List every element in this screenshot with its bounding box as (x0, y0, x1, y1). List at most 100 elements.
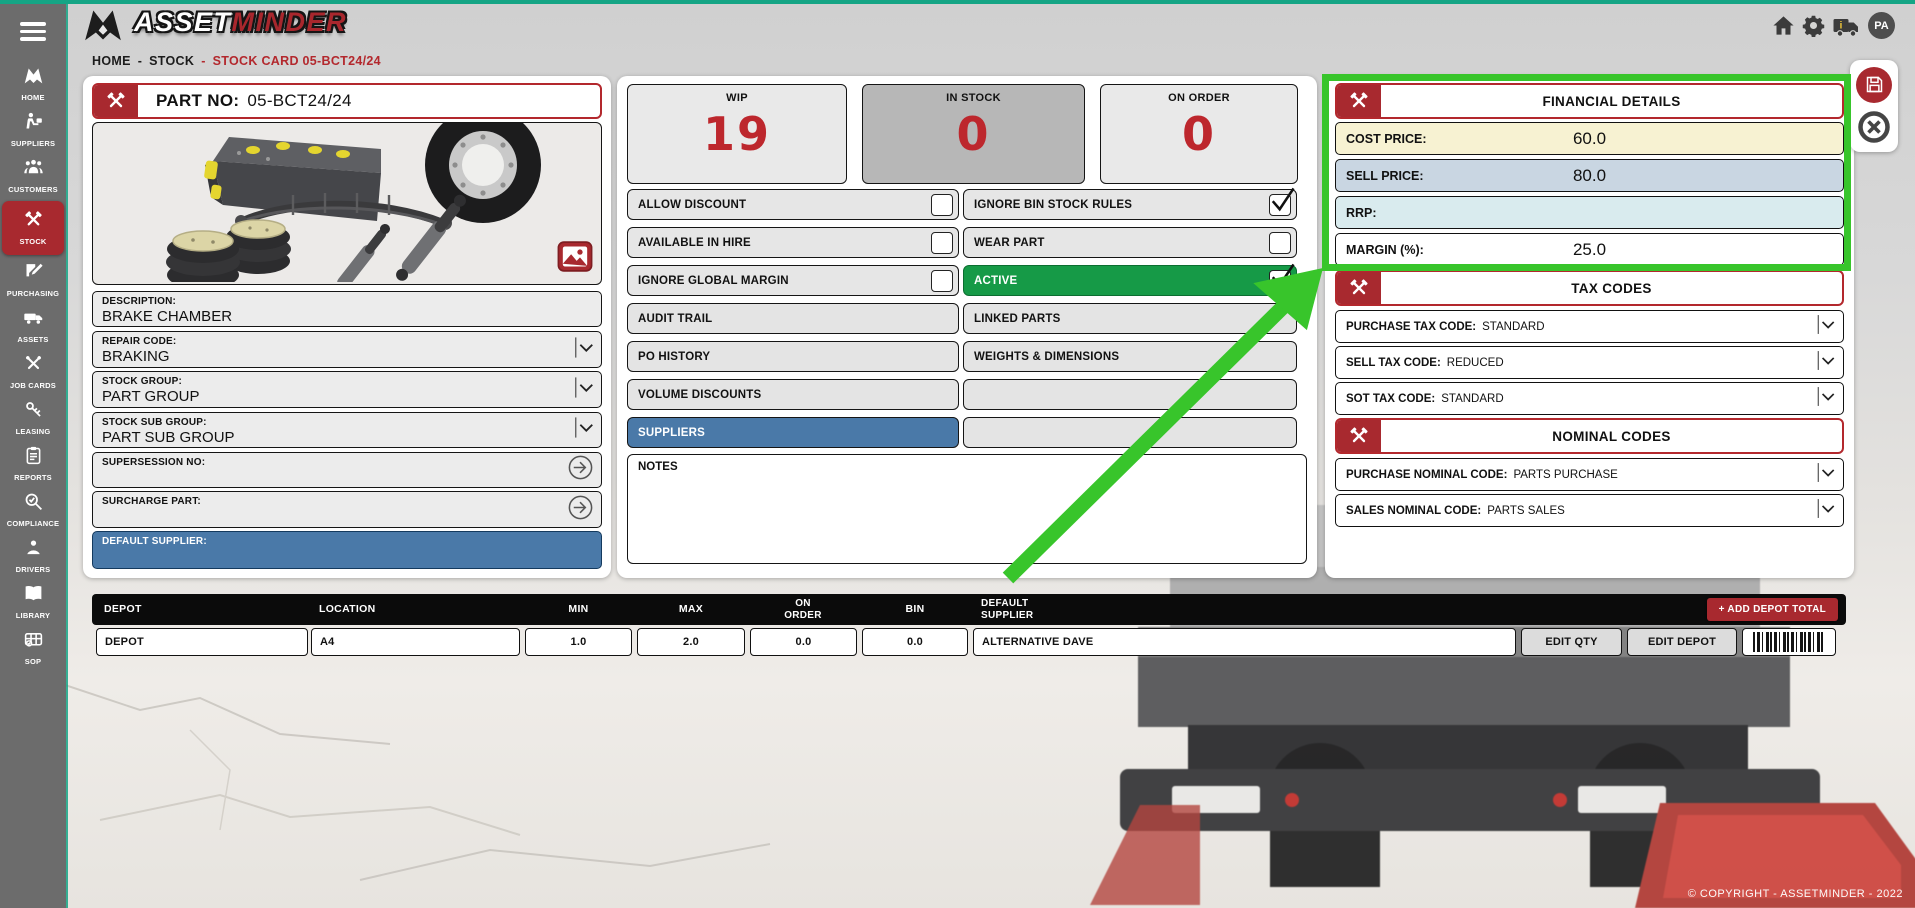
sot-tax-code-select[interactable]: SOT TAX CODE: STANDARD (1335, 382, 1844, 415)
checkbox-unchecked[interactable] (1269, 231, 1291, 254)
chevron-down-icon[interactable] (573, 374, 595, 405)
cost-price-row[interactable]: COST PRICE: 60.0 (1335, 122, 1844, 155)
financial-details-header: FINANCIAL DETAILS (1335, 83, 1844, 119)
user-avatar[interactable]: PA (1868, 12, 1895, 39)
location-cell[interactable]: A4 (311, 628, 520, 656)
save-button[interactable] (1856, 66, 1892, 103)
crossed-tools-icon (23, 353, 44, 379)
toggle-available-in-hire[interactable]: AVAILABLE IN HIRE (627, 227, 959, 258)
part-no-label: PART NO: (156, 91, 240, 110)
stock-group-field[interactable]: STOCK GROUP: PART GROUP (92, 371, 602, 408)
on-order-cell[interactable]: 0.0 (750, 628, 857, 656)
toggle-ignore-global-margin[interactable]: IGNORE GLOBAL MARGIN (627, 265, 959, 296)
checkbox-unchecked[interactable] (931, 269, 953, 292)
field-label: DESCRIPTION: (102, 296, 177, 307)
chevron-down-icon[interactable] (1815, 384, 1837, 413)
repair-code-field[interactable]: REPAIR CODE: BRAKING (92, 331, 602, 368)
notes-area[interactable]: NOTES (627, 454, 1307, 564)
sidebar-item-sop[interactable]: SOP (2, 625, 64, 671)
audit-trail-button[interactable]: AUDIT TRAIL (627, 303, 959, 334)
logo-minder: MINDER (231, 7, 348, 37)
breadcrumb-stock[interactable]: STOCK (149, 54, 194, 68)
barcode-button[interactable] (1742, 628, 1836, 656)
on-order-counter: ON ORDER 0 (1100, 84, 1298, 184)
rrp-row[interactable]: RRP: (1335, 196, 1844, 229)
sidebar-item-compliance[interactable]: COMPLIANCE (2, 487, 64, 533)
driver-icon (23, 537, 44, 563)
chevron-down-icon[interactable] (573, 415, 595, 446)
checkbox-checked[interactable] (1269, 263, 1295, 292)
purchase-nominal-code-select[interactable]: PURCHASE NOMINAL CODE: PARTS PURCHASE (1335, 458, 1844, 491)
keys-icon (23, 399, 44, 425)
default-supplier-field[interactable]: DEFAULT SUPPLIER: (92, 531, 602, 569)
sidebar-item-customers[interactable]: CUSTOMERS (2, 153, 64, 199)
description-field[interactable]: DESCRIPTION: BRAKE CHAMBER (92, 291, 602, 327)
stock-sub-group-field[interactable]: STOCK SUB GROUP: PART SUB GROUP (92, 412, 602, 448)
sell-tax-code-select[interactable]: SELL TAX CODE: REDUCED (1335, 346, 1844, 379)
edit-qty-button[interactable]: EDIT QTY (1521, 628, 1622, 656)
supersession-no-field[interactable]: SUPERSESSION NO: (92, 452, 602, 488)
sidebar-item-suppliers[interactable]: SUPPLIERS (2, 107, 64, 153)
row-value: PARTS PURCHASE (1513, 468, 1618, 481)
po-history-button[interactable]: PO HISTORY (627, 341, 959, 372)
checkbox-unchecked[interactable] (931, 193, 953, 216)
chevron-down-icon[interactable] (1815, 348, 1837, 377)
linked-parts-button[interactable]: LINKED PARTS (963, 303, 1297, 334)
sidebar-item-label: HOME (21, 92, 45, 102)
sidebar-item-library[interactable]: LIBRARY (2, 579, 64, 625)
max-cell[interactable]: 2.0 (637, 628, 745, 656)
toggle-ignore-bin-stock-rules[interactable]: IGNORE BIN STOCK RULES (963, 187, 1297, 220)
sidebar-item-assets[interactable]: ASSETS (2, 303, 64, 349)
sidebar-item-stock[interactable]: STOCK (2, 200, 64, 255)
row-label: MARGIN (%): (1346, 242, 1424, 257)
sidebar-item-reports[interactable]: REPORTS (2, 441, 64, 487)
sidebar-item-label: JOB CARDS (10, 380, 56, 390)
margin-row[interactable]: MARGIN (%): 25.0 (1335, 233, 1844, 266)
default-supplier-cell[interactable]: ALTERNATIVE DAVE (973, 628, 1516, 656)
row-label: SOT TAX CODE: (1346, 392, 1436, 405)
section-title: NOMINAL CODES (1552, 428, 1671, 444)
breadcrumb: HOME - STOCK - STOCK CARD 05-BCT24/24 (92, 54, 381, 68)
chevron-down-icon[interactable] (1815, 312, 1837, 341)
purchase-tax-code-select[interactable]: PURCHASE TAX CODE: STANDARD (1335, 310, 1844, 343)
arrow-right-circle-icon[interactable] (567, 454, 594, 486)
toggle-wear-part[interactable]: WEAR PART (963, 227, 1297, 258)
menu-hamburger-icon[interactable] (20, 18, 46, 45)
sales-nominal-code-select[interactable]: SALES NOMINAL CODE: PARTS SALES (1335, 494, 1844, 527)
sidebar-item-purchasing[interactable]: PURCHASING (2, 257, 64, 303)
checkbox-unchecked[interactable] (931, 231, 953, 254)
bin-cell[interactable]: 0.0 (862, 628, 968, 656)
min-cell[interactable]: 1.0 (525, 628, 632, 656)
people-group-icon (23, 157, 44, 183)
surcharge-part-field[interactable]: SURCHARGE PART: (92, 491, 602, 528)
toggle-active[interactable]: ACTIVE (963, 263, 1297, 296)
sidebar-item-home[interactable]: HOME (2, 61, 64, 107)
sidebar-item-label: ASSETS (17, 334, 49, 344)
breadcrumb-home[interactable]: HOME (92, 54, 131, 68)
chevron-down-icon[interactable] (573, 334, 595, 365)
close-button[interactable] (1856, 109, 1892, 145)
checkbox-checked[interactable] (1269, 187, 1295, 216)
volume-discounts-button[interactable]: VOLUME DISCOUNTS (627, 379, 959, 410)
sell-price-row[interactable]: SELL PRICE: 80.0 (1335, 159, 1844, 192)
sidebar-item-drivers[interactable]: DRIVERS (2, 533, 64, 579)
home-icon[interactable] (1772, 14, 1795, 37)
picture-icon[interactable] (557, 241, 593, 277)
chevron-down-icon[interactable] (1815, 496, 1837, 525)
weights-dimensions-button[interactable]: WEIGHTS & DIMENSIONS (963, 341, 1297, 372)
sidebar-item-leasing[interactable]: LEASING (2, 395, 64, 441)
sidebar-item-job-cards[interactable]: JOB CARDS (2, 349, 64, 395)
suppliers-button[interactable]: SUPPLIERS (627, 417, 959, 448)
section-title: TAX CODES (1571, 280, 1652, 296)
fleet-info-truck-icon[interactable]: i (1832, 14, 1861, 38)
add-depot-total-button[interactable]: + ADD DEPOT TOTAL (1706, 598, 1838, 621)
gear-icon[interactable] (1802, 14, 1825, 37)
edit-depot-button[interactable]: EDIT DEPOT (1627, 628, 1737, 656)
depot-cell[interactable]: DEPOT (96, 628, 308, 656)
chevron-down-icon[interactable] (1815, 460, 1837, 489)
sidebar-item-label: SUPPLIERS (10, 138, 56, 148)
toggle-allow-discount[interactable]: ALLOW DISCOUNT (627, 189, 959, 220)
row-label: COST PRICE: (1346, 131, 1427, 146)
arrow-right-circle-icon[interactable] (567, 494, 594, 526)
assetminder-app: HOME SUPPLIERS CUSTOMERS STOCK PURCHASIN… (0, 0, 1915, 908)
